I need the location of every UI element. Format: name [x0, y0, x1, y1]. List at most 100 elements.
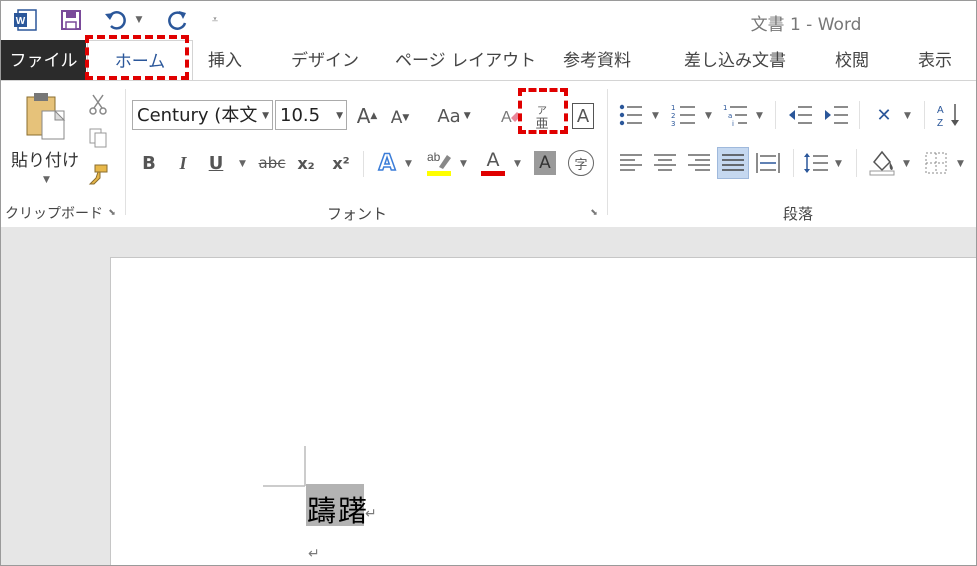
- font-size-value: 10.5: [280, 105, 321, 126]
- clipboard-launcher-icon[interactable]: ⬊: [106, 207, 118, 219]
- distributed-icon[interactable]: [753, 149, 783, 177]
- text-effects-dropdown-icon[interactable]: ▼: [405, 159, 412, 169]
- multilevel-dropdown-icon[interactable]: ▼: [756, 111, 763, 121]
- asian-layout-dropdown-icon[interactable]: ▼: [904, 111, 911, 121]
- numbering-icon[interactable]: 123: [670, 101, 698, 129]
- shrink-font-icon[interactable]: A ▼: [387, 103, 413, 133]
- undo-dropdown-icon[interactable]: ▼: [133, 7, 145, 33]
- tab-review[interactable]: 校閲: [835, 40, 869, 80]
- align-right-icon[interactable]: [685, 149, 713, 177]
- inline-divider: [924, 101, 925, 129]
- inline-divider: [859, 101, 860, 129]
- svg-text:i: i: [732, 120, 734, 127]
- inline-divider: [856, 149, 857, 177]
- enclose-characters-icon[interactable]: 字: [568, 150, 594, 176]
- highlight-dropdown-icon[interactable]: ▼: [460, 159, 467, 169]
- italic-button[interactable]: I: [171, 149, 195, 177]
- svg-text:A: A: [501, 109, 512, 126]
- line-spacing-dropdown-icon[interactable]: ▼: [835, 159, 842, 169]
- svg-text:W: W: [16, 16, 26, 27]
- subscript-button[interactable]: x₂: [293, 149, 319, 177]
- highlight-color-icon[interactable]: ab: [425, 147, 453, 177]
- paste-dropdown-icon[interactable]: ▼: [43, 175, 50, 185]
- font-color-icon[interactable]: A: [479, 147, 507, 177]
- paste-button[interactable]: 貼り付け: [5, 147, 85, 171]
- bold-button[interactable]: B: [137, 149, 161, 177]
- tab-file[interactable]: ファイル: [1, 40, 86, 80]
- font-launcher-icon[interactable]: ⬊: [588, 207, 600, 219]
- clipboard-group-label: クリップボード: [5, 206, 103, 222]
- strikethrough-button[interactable]: abc: [256, 149, 288, 177]
- svg-text:Z: Z: [937, 118, 943, 128]
- chevron-down-icon: ▼: [262, 111, 269, 121]
- change-case-button[interactable]: Aa ▼: [431, 101, 477, 131]
- font-size-select[interactable]: 10.5 ▼: [275, 100, 347, 130]
- tab-page-layout[interactable]: ページ レイアウト: [395, 40, 536, 80]
- redo-icon[interactable]: [165, 7, 193, 33]
- numbering-dropdown-icon[interactable]: ▼: [705, 111, 712, 121]
- bullets-icon[interactable]: [617, 101, 645, 129]
- tab-mailings[interactable]: 差し込み文書: [684, 40, 786, 80]
- svg-text:2: 2: [671, 112, 675, 120]
- cut-icon[interactable]: [85, 91, 111, 117]
- paste-icon[interactable]: [23, 91, 71, 141]
- sort-icon[interactable]: AZ: [934, 101, 964, 129]
- asian-layout-icon[interactable]: ✕: [869, 101, 899, 129]
- word-logo-icon: W: [13, 7, 39, 33]
- font-name-select[interactable]: Century (本文 ▼: [132, 100, 273, 130]
- increase-indent-icon[interactable]: [822, 101, 850, 129]
- tab-view[interactable]: 表示: [918, 40, 952, 80]
- margin-corner-mark: [263, 446, 306, 487]
- save-icon[interactable]: [57, 7, 85, 33]
- svg-text:A: A: [937, 105, 944, 116]
- window-title: 文書 1 - Word: [750, 15, 862, 35]
- character-border-icon[interactable]: A: [572, 103, 594, 129]
- bullets-dropdown-icon[interactable]: ▼: [652, 111, 659, 121]
- underline-button[interactable]: U: [204, 149, 228, 177]
- tab-design[interactable]: デザイン: [291, 40, 359, 80]
- ribbon-home: 貼り付け ▼ クリップボード ⬊ Century (本文 ▼ 10.5 ▼ A ▲…: [1, 80, 976, 228]
- group-divider: [125, 89, 126, 215]
- superscript-button[interactable]: x²: [328, 149, 354, 177]
- tab-insert[interactable]: 挿入: [208, 40, 242, 80]
- text-effects-icon[interactable]: A: [373, 149, 401, 177]
- phonetic-guide-highlight-box: [518, 88, 568, 134]
- format-painter-icon[interactable]: [85, 161, 111, 187]
- borders-icon[interactable]: [922, 149, 950, 177]
- font-color-dropdown-icon[interactable]: ▼: [514, 159, 521, 169]
- inline-divider: [363, 151, 364, 177]
- copy-icon[interactable]: [85, 125, 111, 151]
- font-name-value: Century (本文: [137, 105, 258, 126]
- grow-font-icon[interactable]: A ▲: [353, 101, 381, 131]
- borders-dropdown-icon[interactable]: ▼: [957, 159, 964, 169]
- decrease-indent-icon[interactable]: [786, 101, 814, 129]
- align-left-icon[interactable]: [617, 149, 645, 177]
- character-border-glyph: A: [576, 105, 590, 127]
- svg-text:1: 1: [723, 104, 727, 112]
- paragraph-mark: ↵: [308, 546, 320, 562]
- document-area: 躊躇 ↵ ↵: [1, 227, 976, 565]
- enclose-characters-glyph: 字: [574, 157, 588, 173]
- multilevel-list-icon[interactable]: 1ai: [722, 101, 750, 129]
- home-tab-highlight-box: [85, 35, 189, 80]
- customize-qat-icon[interactable]: ⩡: [206, 7, 224, 33]
- svg-text:ab: ab: [427, 150, 441, 164]
- font-group-label: フォント: [327, 205, 388, 223]
- align-center-icon[interactable]: [651, 149, 679, 177]
- chevron-down-icon: ▼: [336, 111, 343, 121]
- document-text[interactable]: 躊躇: [307, 488, 369, 530]
- undo-icon[interactable]: [101, 7, 131, 33]
- shading-dropdown-icon[interactable]: ▼: [903, 159, 910, 169]
- underline-dropdown-icon[interactable]: ▼: [239, 159, 246, 169]
- character-shading-icon[interactable]: A: [534, 151, 556, 175]
- paragraph-group-label: 段落: [783, 205, 814, 223]
- svg-text:1: 1: [671, 104, 675, 112]
- word-window: W ▼ ⩡ 文書 1 - Word ファイル ホーム 挿入 デザイン ページ レ…: [0, 0, 977, 566]
- change-case-label: Aa: [437, 105, 461, 127]
- shading-icon[interactable]: [867, 147, 897, 177]
- tab-references[interactable]: 参考資料: [563, 40, 631, 80]
- svg-text:3: 3: [671, 120, 675, 127]
- justify-icon[interactable]: [717, 147, 749, 179]
- document-page[interactable]: 躊躇 ↵ ↵: [110, 257, 976, 565]
- line-spacing-icon[interactable]: [802, 149, 830, 177]
